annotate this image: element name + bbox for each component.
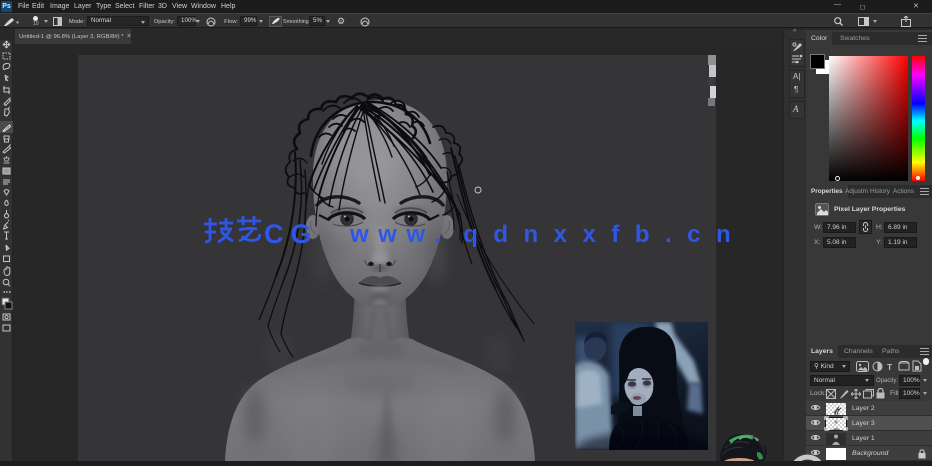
svg-text:CG: CG: [264, 219, 319, 249]
svg-text:www.qdnxxfb.cn: www.qdnxxfb.cn: [349, 221, 746, 248]
